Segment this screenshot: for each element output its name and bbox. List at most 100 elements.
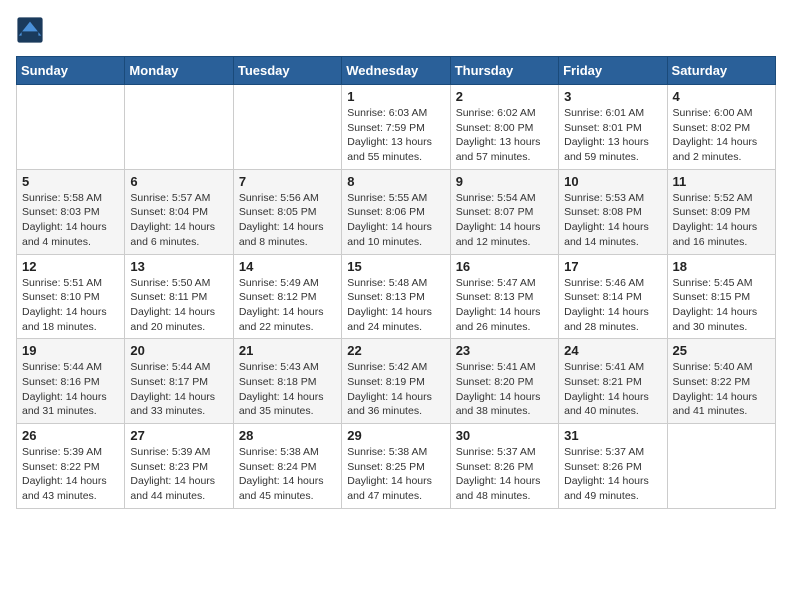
day-number: 26 [22,428,119,443]
day-number: 15 [347,259,444,274]
calendar-cell: 21Sunrise: 5:43 AM Sunset: 8:18 PM Dayli… [233,339,341,424]
calendar-cell [233,85,341,170]
calendar-cell: 3 Sunrise: 6:01 AM Sunset: 8:01 PM Daylig… [559,85,667,170]
day-number: 11 [673,174,770,189]
day-info: Sunrise: 5:38 AM Sunset: 8:24 PM Dayligh… [239,445,336,504]
logo [16,16,48,44]
day-info: Sunrise: 5:44 AM Sunset: 8:17 PM Dayligh… [130,360,227,419]
day-number: 16 [456,259,553,274]
calendar-cell: 2 Sunrise: 6:02 AM Sunset: 8:00 PM Daylig… [450,85,558,170]
day-number: 2 [456,89,553,104]
calendar-cell: 15 Sunrise: 5:48 AM Sunset: 8:13 PM Dayli… [342,254,450,339]
calendar-cell: 22Sunrise: 5:42 AM Sunset: 8:19 PM Dayli… [342,339,450,424]
calendar-header-sunday: Sunday [17,57,125,85]
day-info: Sunrise: 5:41 AM Sunset: 8:21 PM Dayligh… [564,360,661,419]
day-number: 13 [130,259,227,274]
calendar-cell: 28 Sunrise: 5:38 AM Sunset: 8:24 PM Dayli… [233,424,341,509]
calendar-week-row: 1 Sunrise: 6:03 AM Sunset: 7:59 PM Daylig… [17,85,776,170]
calendar-week-row: 19Sunrise: 5:44 AM Sunset: 8:16 PM Dayli… [17,339,776,424]
day-info: Sunrise: 5:57 AM Sunset: 8:04 PM Dayligh… [130,191,227,250]
day-number: 12 [22,259,119,274]
day-info: Sunrise: 5:39 AM Sunset: 8:23 PM Dayligh… [130,445,227,504]
day-info: Sunrise: 6:03 AM Sunset: 7:59 PM Dayligh… [347,106,444,165]
day-info: Sunrise: 5:37 AM Sunset: 8:26 PM Dayligh… [564,445,661,504]
day-number: 8 [347,174,444,189]
calendar-cell [667,424,775,509]
day-info: Sunrise: 5:52 AM Sunset: 8:09 PM Dayligh… [673,191,770,250]
calendar-cell: 13 Sunrise: 5:50 AM Sunset: 8:11 PM Dayli… [125,254,233,339]
calendar-cell: 12 Sunrise: 5:51 AM Sunset: 8:10 PM Dayli… [17,254,125,339]
day-number: 28 [239,428,336,443]
calendar-cell: 19Sunrise: 5:44 AM Sunset: 8:16 PM Dayli… [17,339,125,424]
calendar-cell: 8 Sunrise: 5:55 AM Sunset: 8:06 PM Daylig… [342,169,450,254]
calendar-header-tuesday: Tuesday [233,57,341,85]
calendar-cell: 18 Sunrise: 5:45 AM Sunset: 8:15 PM Dayli… [667,254,775,339]
day-info: Sunrise: 5:45 AM Sunset: 8:15 PM Dayligh… [673,276,770,335]
day-info: Sunrise: 5:43 AM Sunset: 8:18 PM Dayligh… [239,360,336,419]
day-info: Sunrise: 5:54 AM Sunset: 8:07 PM Dayligh… [456,191,553,250]
day-info: Sunrise: 5:41 AM Sunset: 8:20 PM Dayligh… [456,360,553,419]
calendar-cell: 24Sunrise: 5:41 AM Sunset: 8:21 PM Dayli… [559,339,667,424]
day-number: 19 [22,343,119,358]
day-number: 6 [130,174,227,189]
day-info: Sunrise: 6:01 AM Sunset: 8:01 PM Dayligh… [564,106,661,165]
day-number: 7 [239,174,336,189]
calendar-week-row: 5 Sunrise: 5:58 AM Sunset: 8:03 PM Daylig… [17,169,776,254]
calendar-header-friday: Friday [559,57,667,85]
day-number: 17 [564,259,661,274]
day-info: Sunrise: 5:38 AM Sunset: 8:25 PM Dayligh… [347,445,444,504]
day-number: 27 [130,428,227,443]
calendar-cell: 1 Sunrise: 6:03 AM Sunset: 7:59 PM Daylig… [342,85,450,170]
day-number: 31 [564,428,661,443]
day-info: Sunrise: 5:50 AM Sunset: 8:11 PM Dayligh… [130,276,227,335]
day-info: Sunrise: 5:56 AM Sunset: 8:05 PM Dayligh… [239,191,336,250]
calendar-cell: 16 Sunrise: 5:47 AM Sunset: 8:13 PM Dayli… [450,254,558,339]
calendar-cell: 26 Sunrise: 5:39 AM Sunset: 8:22 PM Dayli… [17,424,125,509]
calendar-cell: 9 Sunrise: 5:54 AM Sunset: 8:07 PM Daylig… [450,169,558,254]
day-info: Sunrise: 5:53 AM Sunset: 8:08 PM Dayligh… [564,191,661,250]
day-number: 25 [673,343,770,358]
day-number: 9 [456,174,553,189]
calendar-cell: 11 Sunrise: 5:52 AM Sunset: 8:09 PM Dayli… [667,169,775,254]
day-info: Sunrise: 5:49 AM Sunset: 8:12 PM Dayligh… [239,276,336,335]
day-info: Sunrise: 5:40 AM Sunset: 8:22 PM Dayligh… [673,360,770,419]
day-info: Sunrise: 5:37 AM Sunset: 8:26 PM Dayligh… [456,445,553,504]
calendar-cell: 17 Sunrise: 5:46 AM Sunset: 8:14 PM Dayli… [559,254,667,339]
calendar-cell: 7 Sunrise: 5:56 AM Sunset: 8:05 PM Daylig… [233,169,341,254]
calendar-header-wednesday: Wednesday [342,57,450,85]
calendar-cell [17,85,125,170]
calendar-cell: 30 Sunrise: 5:37 AM Sunset: 8:26 PM Dayli… [450,424,558,509]
calendar-cell: 5 Sunrise: 5:58 AM Sunset: 8:03 PM Daylig… [17,169,125,254]
day-number: 18 [673,259,770,274]
calendar-header-monday: Monday [125,57,233,85]
day-number: 10 [564,174,661,189]
calendar-cell: 10 Sunrise: 5:53 AM Sunset: 8:08 PM Dayli… [559,169,667,254]
day-number: 14 [239,259,336,274]
day-number: 4 [673,89,770,104]
calendar-week-row: 26 Sunrise: 5:39 AM Sunset: 8:22 PM Dayli… [17,424,776,509]
calendar-cell: 29Sunrise: 5:38 AM Sunset: 8:25 PM Dayli… [342,424,450,509]
day-info: Sunrise: 5:39 AM Sunset: 8:22 PM Dayligh… [22,445,119,504]
day-info: Sunrise: 6:00 AM Sunset: 8:02 PM Dayligh… [673,106,770,165]
calendar-table: SundayMondayTuesdayWednesdayThursdayFrid… [16,56,776,509]
day-number: 1 [347,89,444,104]
calendar-cell: 23Sunrise: 5:41 AM Sunset: 8:20 PM Dayli… [450,339,558,424]
day-info: Sunrise: 6:02 AM Sunset: 8:00 PM Dayligh… [456,106,553,165]
day-info: Sunrise: 5:51 AM Sunset: 8:10 PM Dayligh… [22,276,119,335]
day-info: Sunrise: 5:42 AM Sunset: 8:19 PM Dayligh… [347,360,444,419]
day-number: 3 [564,89,661,104]
day-number: 30 [456,428,553,443]
day-info: Sunrise: 5:48 AM Sunset: 8:13 PM Dayligh… [347,276,444,335]
day-info: Sunrise: 5:47 AM Sunset: 8:13 PM Dayligh… [456,276,553,335]
calendar-header-saturday: Saturday [667,57,775,85]
day-info: Sunrise: 5:55 AM Sunset: 8:06 PM Dayligh… [347,191,444,250]
calendar-cell: 6 Sunrise: 5:57 AM Sunset: 8:04 PM Daylig… [125,169,233,254]
day-info: Sunrise: 5:58 AM Sunset: 8:03 PM Dayligh… [22,191,119,250]
calendar-cell: 31 Sunrise: 5:37 AM Sunset: 8:26 PM Dayli… [559,424,667,509]
calendar-cell: 20Sunrise: 5:44 AM Sunset: 8:17 PM Dayli… [125,339,233,424]
day-info: Sunrise: 5:46 AM Sunset: 8:14 PM Dayligh… [564,276,661,335]
day-number: 5 [22,174,119,189]
calendar-header-thursday: Thursday [450,57,558,85]
logo-icon [16,16,44,44]
calendar-week-row: 12 Sunrise: 5:51 AM Sunset: 8:10 PM Dayli… [17,254,776,339]
